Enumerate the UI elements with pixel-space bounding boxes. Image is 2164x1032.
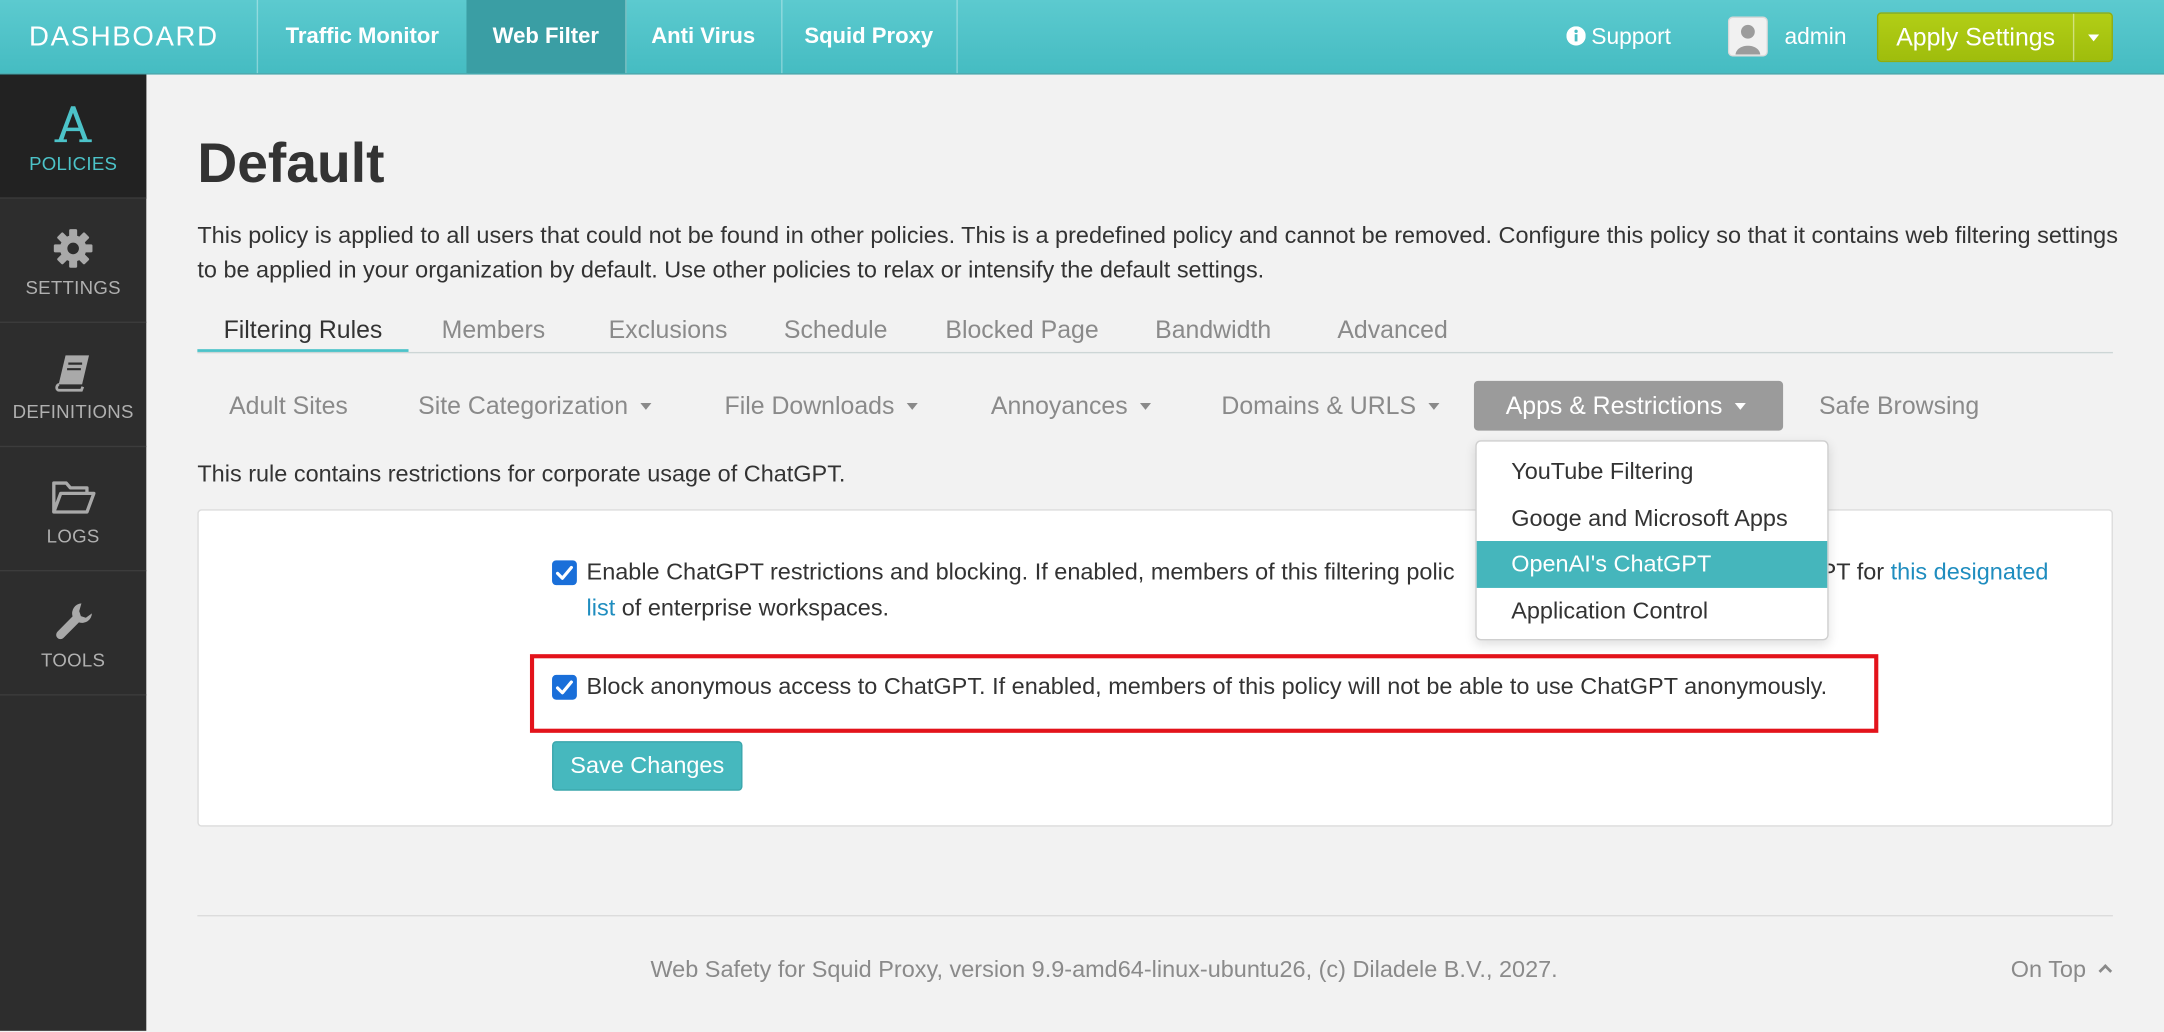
subtab-file-downloads[interactable]: File Downloads [693,381,950,431]
username-label: admin [1784,24,1847,50]
subtab-label: Adult Sites [229,391,348,420]
caret-down-icon [2088,34,2100,42]
support-label: Support [1591,24,1672,50]
nav-tab-traffic-monitor[interactable]: Traffic Monitor [258,0,468,74]
nav-tab-label: Web Filter [492,24,599,49]
rule-description: This rule contains restrictions for corp… [197,460,846,488]
menu-item-application-control[interactable]: Application Control [1477,587,1828,633]
sidebar-item-logs[interactable]: LOGS [0,447,147,572]
menu-item-youtube-filtering[interactable]: YouTube Filtering [1477,449,1828,495]
block-anonymous-access-label: Block anonymous access to ChatGPT. If en… [586,673,1828,700]
apply-settings-dropdown-toggle[interactable] [2072,13,2113,61]
subtab-domains-urls[interactable]: Domains & URLS [1190,381,1472,431]
top-navbar: DASHBOARD Traffic Monitor Web Filter Ant… [0,0,2164,75]
subtab-label: Annoyances [990,391,1128,420]
folder-icon [0,476,146,520]
sidebar-item-label: LOGS [46,525,100,547]
apply-settings-label: Apply Settings [1896,23,2056,52]
menu-item-google-microsoft-apps[interactable]: Googe and Microsoft Apps [1477,495,1828,541]
book-icon [0,352,146,396]
sidebar-item-policies[interactable]: POLICIES [0,74,147,199]
enable-chatgpt-restrictions-label: Enable ChatGPT restrictions and blocking… [587,555,2078,625]
app-window: DASHBOARD Traffic Monitor Web Filter Ant… [0,0,2164,1031]
block-anonymous-access-checkbox[interactable] [552,674,577,700]
tab-blocked-page[interactable]: Blocked Page [919,309,1125,349]
on-top-label: On Top [2010,956,2087,983]
avatar-icon [1727,16,1768,57]
sidebar-item-tools[interactable]: TOOLS [0,571,147,696]
caret-down-icon [640,402,652,410]
subtab-label: Site Categorization [418,391,629,420]
menu-item-openai-chatgpt[interactable]: OpenAI's ChatGPT [1476,541,1828,588]
nav-tab-label: Squid Proxy [804,24,934,49]
caret-down-icon [1428,402,1440,410]
subtab-safe-browsing[interactable]: Safe Browsing [1787,381,2011,431]
subtab-site-categorization[interactable]: Site Categorization [386,381,683,431]
caret-down-icon [906,402,918,410]
tab-schedule[interactable]: Schedule [758,309,914,349]
tab-members[interactable]: Members [415,309,571,349]
policy-tabs: Filtering Rules Members Exclusions Sched… [197,309,2113,354]
footer-divider [197,915,2113,917]
tab-advanced[interactable]: Advanced [1311,309,1474,349]
sidebar-item-label: TOOLS [41,650,106,671]
footer-version-text: Web Safety for Squid Proxy, version 9.9-… [650,956,1558,983]
dashboard-brand-link[interactable]: DASHBOARD [0,0,259,74]
subtab-label: Safe Browsing [1818,391,1980,420]
tab-filtering-rules[interactable]: Filtering Rules [197,309,409,352]
option-text: of enterprise workspaces. [615,594,890,621]
option-text: Enable ChatGPT restrictions and blocking… [586,558,1455,586]
user-menu[interactable]: admin [1727,16,1847,58]
save-changes-button[interactable]: Save Changes [552,741,743,791]
nav-tab-label: Anti Virus [651,24,756,49]
apps-restrictions-menu: YouTube Filtering Googe and Microsoft Ap… [1475,440,1829,641]
sidebar-item-settings[interactable]: SETTINGS [0,199,147,323]
nav-tab-anti-virus[interactable]: Anti Virus [625,0,783,74]
caret-down-icon [1140,402,1152,410]
nav-tab-web-filter[interactable]: Web Filter [466,0,627,74]
subtab-label: Domains & URLS [1221,391,1417,420]
subtab-apps-restrictions[interactable]: Apps & Restrictions [1473,380,1784,431]
sidebar-item-label: SETTINGS [25,277,121,299]
caret-down-icon [1734,402,1746,410]
checkmark-icon [555,680,573,695]
support-link[interactable]: Support [1566,0,1671,73]
subtab-label: Apps & Restrictions [1505,391,1723,420]
apply-settings-button[interactable]: Apply Settings [1876,12,2113,63]
sidebar-item-label: POLICIES [29,153,118,174]
sidebar: POLICIES SETTINGS DEFINITIONS LOGS TOOLS [0,74,147,1031]
subtab-annoyances[interactable]: Annoyances [959,381,1183,431]
chevron-up-icon [2097,964,2112,978]
policy-description: This policy is applied to all users that… [197,222,2118,283]
subtab-label: File Downloads [724,391,895,420]
nav-tab-label: Traffic Monitor [285,24,439,49]
nav-tab-squid-proxy[interactable]: Squid Proxy [781,0,958,74]
tab-bandwidth[interactable]: Bandwidth [1129,309,1297,349]
tab-exclusions[interactable]: Exclusions [582,309,753,349]
page-title: Default [197,133,385,195]
gear-icon [0,228,146,272]
sidebar-item-definitions[interactable]: DEFINITIONS [0,323,147,448]
on-top-link[interactable]: On Top [2010,952,2112,987]
sidebar-item-label: DEFINITIONS [12,401,134,423]
subtab-adult-sites[interactable]: Adult Sites [197,381,379,431]
enable-chatgpt-restrictions-checkbox[interactable] [552,560,577,586]
checkmark-icon [555,565,573,580]
wrench-icon [0,600,146,644]
policies-icon [0,104,146,148]
info-icon [1566,1,1586,46]
